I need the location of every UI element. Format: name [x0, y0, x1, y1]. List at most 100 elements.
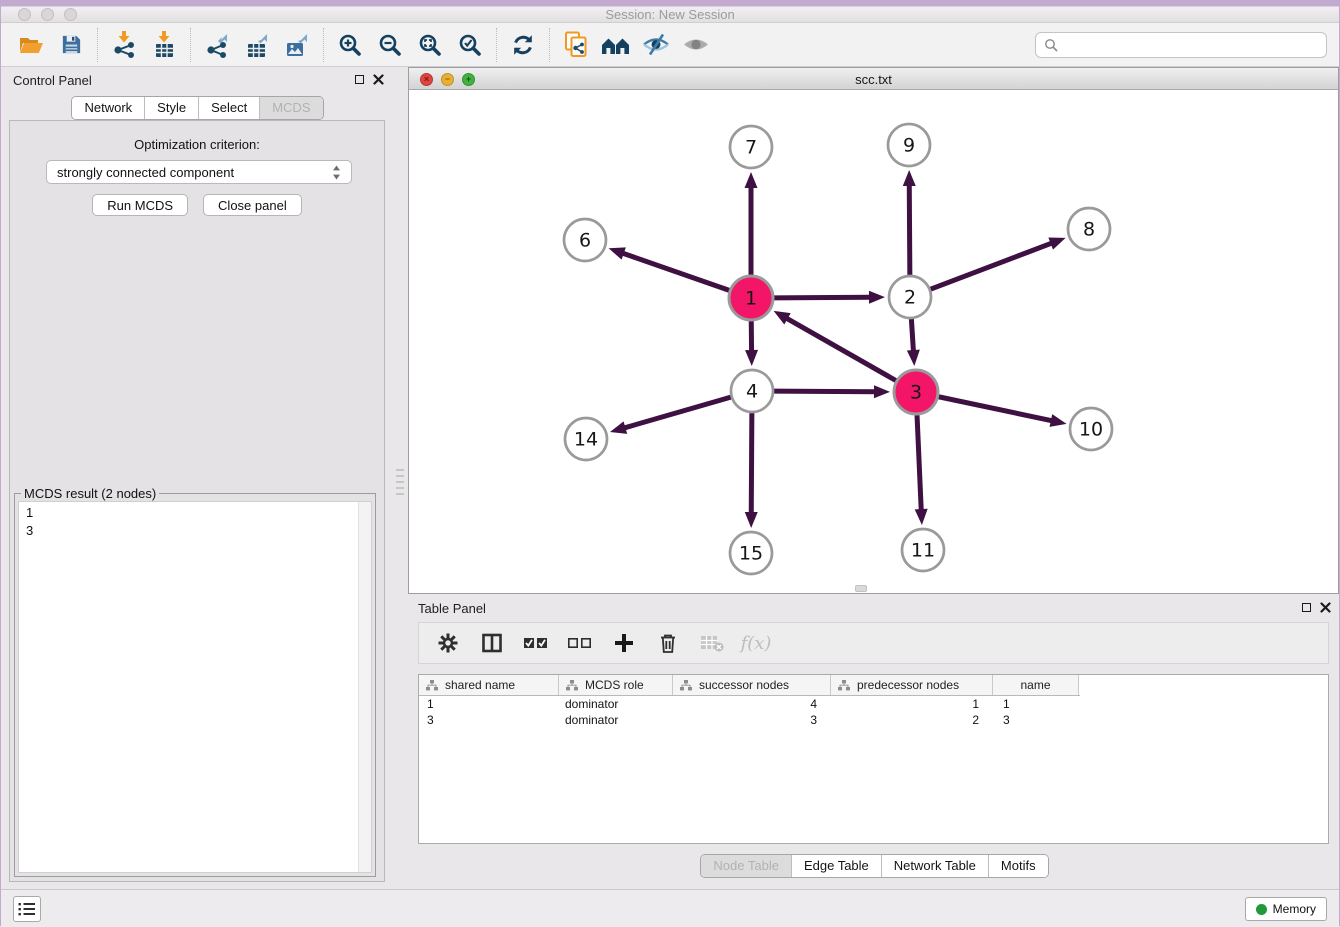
- horizontal-splitter-handle[interactable]: [855, 585, 867, 592]
- network-window-titlebar[interactable]: × − + scc.txt: [409, 68, 1338, 90]
- graph-edge-4-14[interactable]: [623, 397, 730, 428]
- table-cell[interactable]: 3: [419, 713, 559, 727]
- search-input[interactable]: [1064, 38, 1318, 53]
- graph-edge-4-15[interactable]: [751, 413, 752, 514]
- table-cell[interactable]: dominator: [559, 713, 673, 727]
- save-session-button[interactable]: [51, 26, 91, 64]
- float-panel-icon[interactable]: [355, 75, 364, 84]
- table-cell[interactable]: 1: [419, 697, 559, 711]
- table-tabs: Node TableEdge TableNetwork TableMotifs: [408, 854, 1340, 878]
- graph-node-label: 11: [911, 540, 935, 562]
- graph-edge-3-10[interactable]: [939, 397, 1053, 421]
- open-session-button[interactable]: [11, 26, 51, 64]
- table-cell[interactable]: dominator: [559, 697, 673, 711]
- tab-network-table[interactable]: Network Table: [882, 855, 989, 877]
- tab-network[interactable]: Network: [72, 97, 145, 119]
- zoom-in-button[interactable]: [330, 26, 370, 64]
- select-all-columns-button[interactable]: [519, 626, 553, 660]
- graph-edge-arrowhead: [869, 291, 885, 304]
- memory-button[interactable]: Memory: [1245, 897, 1327, 921]
- clone-network-button[interactable]: [556, 26, 596, 64]
- table-row[interactable]: 3dominator323: [419, 712, 1328, 728]
- run-mcds-button[interactable]: Run MCDS: [92, 194, 188, 216]
- tab-motifs[interactable]: Motifs: [989, 855, 1048, 877]
- deselect-all-columns-button[interactable]: [563, 626, 597, 660]
- tab-edge-table[interactable]: Edge Table: [792, 855, 882, 877]
- export-table-button[interactable]: [237, 26, 277, 64]
- graph-edge-arrowhead: [745, 350, 758, 366]
- table-settings-button[interactable]: [431, 626, 465, 660]
- control-panel-title: Control Panel: [13, 73, 92, 88]
- graph-edge-2-9[interactable]: [909, 184, 910, 275]
- import-table-button[interactable]: [144, 26, 184, 64]
- node-table[interactable]: shared nameMCDS rolesuccessor nodesprede…: [418, 674, 1329, 844]
- hierarchy-icon: [838, 680, 850, 691]
- column-header-predecessor-nodes[interactable]: predecessor nodes: [831, 675, 993, 695]
- mcds-panel: Optimization criterion: strongly connect…: [9, 120, 385, 882]
- optimization-criterion-select[interactable]: strongly connected component: [46, 160, 352, 184]
- result-scrollbar[interactable]: [358, 502, 371, 872]
- table-cell[interactable]: 1: [993, 697, 1079, 711]
- import-network-button[interactable]: [104, 26, 144, 64]
- columns-icon: [481, 632, 503, 654]
- control-panel: Control Panel NetworkStyleSelectMCDS Opt…: [1, 67, 394, 889]
- table-row[interactable]: 1dominator411: [419, 696, 1328, 712]
- main-toolbar: [1, 23, 1339, 67]
- show-columns-button[interactable]: [475, 626, 509, 660]
- vertical-splitter-handle[interactable]: [396, 469, 404, 495]
- mcds-result-groupbox: MCDS result (2 nodes) 13: [14, 493, 376, 877]
- graph-node-label: 10: [1079, 419, 1103, 441]
- task-history-button[interactable]: [13, 896, 41, 922]
- export-network-button[interactable]: [197, 26, 237, 64]
- search-field[interactable]: [1035, 32, 1327, 58]
- graph-edge-2-3[interactable]: [911, 319, 913, 352]
- graph-edge-1-6[interactable]: [622, 253, 729, 291]
- graph-edge-3-11[interactable]: [917, 415, 921, 511]
- zoom-out-button[interactable]: [370, 26, 410, 64]
- column-header-successor-nodes[interactable]: successor nodes: [673, 675, 831, 695]
- column-header-name[interactable]: name: [993, 675, 1079, 695]
- column-header-MCDS-role[interactable]: MCDS role: [559, 675, 673, 695]
- tab-mcds[interactable]: MCDS: [260, 97, 322, 119]
- close-panel-icon[interactable]: [373, 74, 384, 85]
- table-cell[interactable]: 3: [993, 713, 1079, 727]
- hide-graphics-details-button[interactable]: [636, 26, 676, 64]
- network-canvas[interactable]: 7968124314101511: [409, 90, 1338, 593]
- export-image-button[interactable]: [277, 26, 317, 64]
- graph-svg[interactable]: 7968124314101511: [409, 90, 1338, 593]
- tab-select[interactable]: Select: [199, 97, 260, 119]
- graph-edge-3-1[interactable]: [786, 318, 896, 381]
- hierarchy-icon: [680, 680, 692, 691]
- zoom-selected-button[interactable]: [450, 26, 490, 64]
- graph-node-label: 2: [904, 287, 916, 309]
- table-cell[interactable]: 1: [831, 697, 993, 711]
- refresh-button[interactable]: [503, 26, 543, 64]
- tab-node-table[interactable]: Node Table: [701, 855, 792, 877]
- show-graphics-details-button[interactable]: [676, 26, 716, 64]
- memory-label: Memory: [1273, 902, 1316, 916]
- mcds-result-list[interactable]: 13: [18, 501, 372, 873]
- close-table-panel-icon[interactable]: [1320, 602, 1331, 613]
- table-cell[interactable]: 3: [673, 713, 831, 727]
- toolbar-separator: [323, 28, 324, 62]
- close-panel-button[interactable]: Close panel: [203, 194, 302, 216]
- graph-edge-1-2[interactable]: [774, 297, 871, 298]
- trash-icon: [657, 632, 679, 654]
- first-neighbors-button[interactable]: [596, 26, 636, 64]
- column-header-shared-name[interactable]: shared name: [419, 675, 559, 695]
- tab-style[interactable]: Style: [145, 97, 199, 119]
- create-column-button[interactable]: [607, 626, 641, 660]
- zoom-out-icon: [377, 32, 403, 58]
- float-table-panel-icon[interactable]: [1302, 603, 1311, 612]
- application-window: Session: New Session: [0, 0, 1340, 926]
- delete-column-button[interactable]: [651, 626, 685, 660]
- graph-edge-2-8[interactable]: [931, 243, 1053, 289]
- graph-node-label: 15: [739, 543, 763, 565]
- table-cell[interactable]: 2: [831, 713, 993, 727]
- table-cell[interactable]: 4: [673, 697, 831, 711]
- plus-icon: [613, 632, 635, 654]
- titlebar: Session: New Session: [1, 1, 1339, 23]
- zoom-fit-button[interactable]: [410, 26, 450, 64]
- graph-edge-4-3[interactable]: [774, 391, 876, 392]
- toolbar-separator: [496, 28, 497, 62]
